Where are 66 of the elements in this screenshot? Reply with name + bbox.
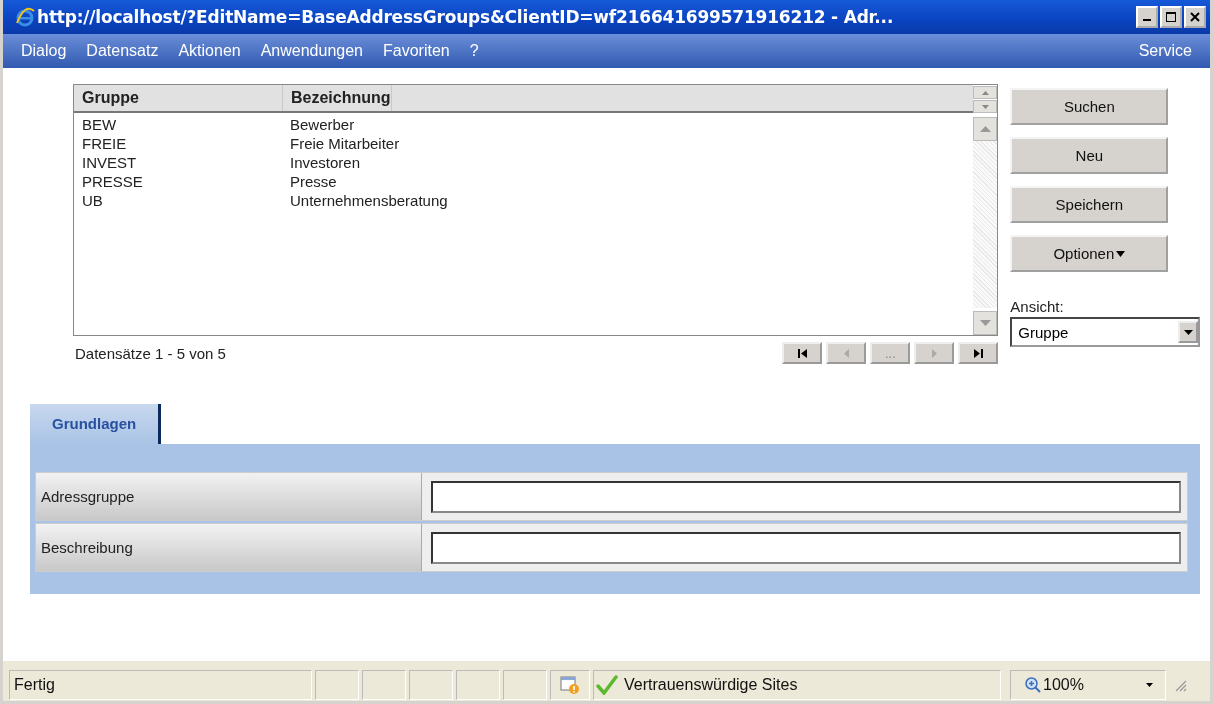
menu-item[interactable]: Service <box>1128 42 1202 60</box>
window-title: http://localhost/?EditName=BaseAddressGroups&ClientID=wf216641699571916212 - Adr... <box>37 7 895 27</box>
down-arrow-icon <box>979 320 991 326</box>
page-warning-icon <box>560 676 580 694</box>
menu-item[interactable]: Datensatz <box>76 42 169 60</box>
close-icon <box>1190 12 1200 22</box>
tab[interactable]: Grundlagen <box>30 404 162 444</box>
status-panel <box>409 670 453 700</box>
browser-logo-icon <box>15 7 35 27</box>
scroll-up-button[interactable] <box>973 86 998 99</box>
close-button[interactable] <box>1184 6 1206 28</box>
status-panel <box>456 670 500 700</box>
table-cell-text: Unternehmensberatung <box>289 191 448 210</box>
table-cell-text: Investoren <box>289 153 361 172</box>
scroll-down-button[interactable] <box>973 311 998 335</box>
action-button[interactable]: Suchen <box>1010 88 1169 125</box>
up-arrow-icon <box>979 126 991 132</box>
menu-item[interactable]: Favoriten <box>373 42 460 60</box>
table-cell-text: BEW <box>81 115 118 134</box>
menu-item[interactable]: Anwendungen <box>250 42 373 60</box>
table-cell-text: Presse <box>289 172 337 191</box>
zoom-control[interactable]: 100% <box>1010 670 1166 700</box>
status-panel <box>362 670 406 700</box>
pager-button[interactable] <box>782 342 823 364</box>
security-zone: Vertrauenswürdige Sites <box>624 676 798 694</box>
last-page-icon <box>972 347 984 359</box>
view-dropdown[interactable]: Gruppe <box>1010 317 1200 347</box>
dropdown-arrow-icon <box>1183 329 1193 335</box>
zoom-icon <box>1025 677 1041 693</box>
maximize-button[interactable] <box>1160 6 1182 28</box>
action-button[interactable]: Neu <box>1010 137 1169 174</box>
table-cell-text: PRESSE <box>81 172 144 191</box>
action-button[interactable]: Optionen <box>1010 235 1169 272</box>
resize-grip-icon <box>1173 678 1187 692</box>
first-page-icon <box>796 347 808 359</box>
table-cell-text: FREIE <box>81 134 128 153</box>
maximize-icon <box>1166 12 1176 22</box>
scroll-up-button[interactable] <box>973 117 998 141</box>
field-label: Adressgruppe <box>36 473 422 520</box>
view-label: Ansicht: <box>1010 298 1065 315</box>
scroll-down-button[interactable] <box>973 100 998 113</box>
table-cell-text: INVEST <box>81 153 138 172</box>
pager-button[interactable] <box>958 342 999 364</box>
input-field[interactable] <box>431 531 1181 564</box>
menu-item[interactable]: Dialog <box>11 42 77 60</box>
table-cell-text: Bewerber <box>289 115 355 134</box>
checkmark-icon <box>596 675 618 695</box>
status-panel <box>315 670 359 700</box>
up-arrow-icon <box>981 90 989 95</box>
action-button[interactable]: Speichern <box>1010 186 1169 223</box>
column-header[interactable]: Gruppe <box>74 85 283 111</box>
table-cell-text: Freie Mitarbeiter <box>289 134 400 153</box>
down-arrow-icon <box>981 104 989 109</box>
dropdown-arrow-icon <box>1146 683 1153 687</box>
minimize-button[interactable] <box>1136 6 1158 28</box>
column-header[interactable]: Bezeichnung <box>283 85 392 111</box>
table-cell-text: UB <box>81 191 104 210</box>
record-count: Datensätze 1 - 5 von 5 <box>74 344 226 362</box>
status-panel <box>503 670 547 700</box>
scrollbar[interactable] <box>973 85 998 335</box>
menu-item[interactable]: Aktionen <box>168 42 251 60</box>
status-text: Fertig <box>9 670 312 700</box>
field-label: Beschreibung <box>36 524 422 571</box>
minimize-icon <box>1143 19 1151 21</box>
input-field[interactable] <box>431 480 1181 513</box>
menu-item[interactable]: ? <box>459 42 489 60</box>
